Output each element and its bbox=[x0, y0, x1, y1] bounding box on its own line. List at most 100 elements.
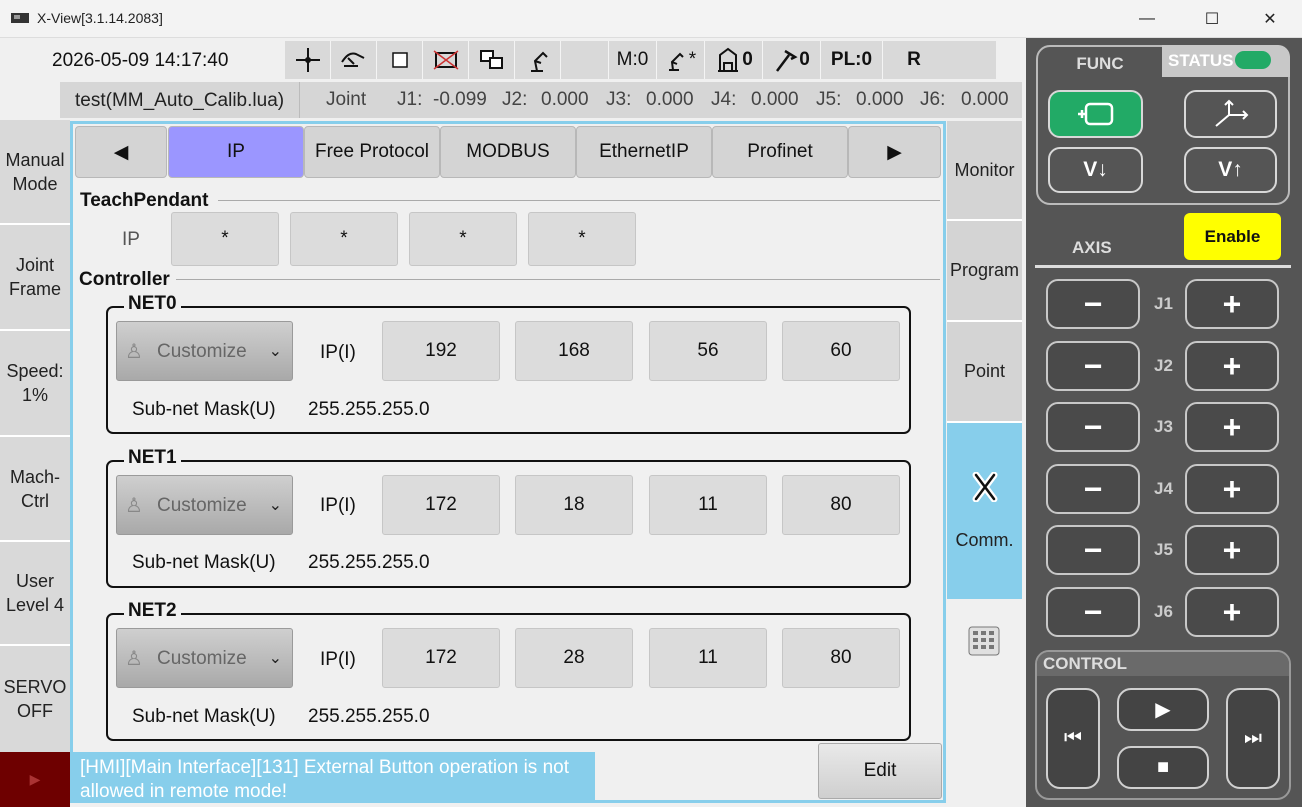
status-message: [HMI][Main Interface][131] External Butt… bbox=[70, 752, 595, 802]
keypad-icon[interactable] bbox=[968, 626, 1000, 656]
tab-comm[interactable]: Comm. bbox=[947, 423, 1022, 599]
tab-free-protocol[interactable]: Free Protocol bbox=[304, 126, 440, 178]
manual-mode-button[interactable]: Manual Mode bbox=[0, 120, 70, 225]
net1-mask-value[interactable]: 255.255.255.0 bbox=[308, 552, 430, 574]
tool-star: * bbox=[688, 49, 697, 70]
edit-button[interactable]: Edit bbox=[818, 743, 942, 799]
net2-ip-octet-2[interactable]: 28 bbox=[515, 628, 633, 688]
close-button[interactable]: ✕ bbox=[1248, 6, 1292, 32]
play-button[interactable]: ▶ bbox=[1117, 688, 1209, 731]
minimize-button[interactable]: — bbox=[1125, 6, 1169, 32]
tab-profinet[interactable]: Profinet bbox=[712, 126, 848, 178]
j4-plus-button[interactable]: + bbox=[1185, 464, 1279, 514]
net1-mode-select[interactable]: ♙ Customize ⌄ bbox=[116, 475, 293, 535]
close-tab-icon[interactable] bbox=[972, 471, 998, 502]
j4-axis-label: J4 bbox=[1154, 479, 1173, 498]
j6-minus-button[interactable]: − bbox=[1046, 587, 1140, 637]
teachpendant-title: TeachPendant bbox=[80, 190, 209, 211]
run-indicator[interactable]: ▶ bbox=[0, 752, 70, 807]
j1-minus-button[interactable]: − bbox=[1046, 279, 1140, 329]
skip-forward-icon: ⏭ bbox=[1244, 727, 1262, 749]
maximize-button[interactable]: ☐ bbox=[1190, 6, 1234, 32]
net2-mask-value[interactable]: 255.255.255.0 bbox=[308, 706, 430, 728]
teachpendant-ip-octet-1[interactable]: * bbox=[171, 212, 279, 266]
net0-ip-octet-1[interactable]: 192 bbox=[382, 321, 500, 381]
step-forward-button[interactable]: ⏭ bbox=[1226, 688, 1280, 789]
io-disconnect-icon[interactable] bbox=[423, 41, 469, 79]
net2-mode-select[interactable]: ♙ Customize ⌄ bbox=[116, 628, 293, 688]
mach-ctrl-button[interactable]: Mach- Ctrl bbox=[0, 437, 70, 542]
j4-minus-button[interactable]: − bbox=[1046, 464, 1140, 514]
enable-button[interactable]: Enable bbox=[1184, 213, 1281, 260]
title-bar: X-View[3.1.14.2083] — ☐ ✕ bbox=[0, 0, 1302, 38]
payload-indicator: PL:0 bbox=[821, 41, 883, 79]
user-frame-count: 0 bbox=[742, 49, 753, 70]
j1-value: -0.099 bbox=[433, 89, 487, 110]
step-back-button[interactable]: ⏮ bbox=[1046, 688, 1100, 789]
joint-mode-label: Joint bbox=[326, 89, 367, 110]
teachpendant-ip-octet-4[interactable]: * bbox=[528, 212, 636, 266]
net2-ip-octet-3[interactable]: 11 bbox=[649, 628, 767, 688]
tab-monitor[interactable]: Monitor bbox=[947, 121, 1022, 221]
servo-button[interactable]: SERVO OFF bbox=[0, 646, 70, 752]
net1-ip-octet-2[interactable]: 18 bbox=[515, 475, 633, 535]
user-level-button[interactable]: User Level 4 bbox=[0, 542, 70, 646]
tab-modbus[interactable]: MODBUS bbox=[440, 126, 576, 178]
j2-plus-button[interactable]: + bbox=[1185, 341, 1279, 391]
velocity-up-button[interactable]: V↑ bbox=[1184, 147, 1277, 193]
checkbox-icon[interactable] bbox=[377, 41, 423, 79]
func-tab[interactable]: FUNC bbox=[1038, 47, 1162, 81]
net0-mode-value: Customize bbox=[157, 341, 247, 362]
teachpendant-ip-octet-3[interactable]: * bbox=[409, 212, 517, 266]
net1-ip-octet-1[interactable]: 172 bbox=[382, 475, 500, 535]
j2-minus-button[interactable]: − bbox=[1046, 341, 1140, 391]
coord-axes-button[interactable] bbox=[1184, 90, 1277, 138]
j5-minus-button[interactable]: − bbox=[1046, 525, 1140, 575]
net1-ip-octet-4[interactable]: 80 bbox=[782, 475, 900, 535]
crosshair-icon[interactable] bbox=[285, 41, 331, 79]
net2-ip-octet-1[interactable]: 172 bbox=[382, 628, 500, 688]
play-icon: ▶ bbox=[29, 771, 41, 787]
tab-prev-button[interactable]: ◀ bbox=[75, 126, 167, 178]
tool-coord-button[interactable] bbox=[1048, 90, 1143, 138]
stop-button[interactable]: ■ bbox=[1117, 746, 1209, 789]
net2-ip-octet-4[interactable]: 80 bbox=[782, 628, 900, 688]
robot-arm-icon[interactable] bbox=[515, 41, 561, 79]
hand-icon[interactable] bbox=[331, 41, 377, 79]
velocity-down-button[interactable]: V↓ bbox=[1048, 147, 1143, 193]
skip-back-icon: ⏮ bbox=[1064, 727, 1082, 749]
j6-plus-button[interactable]: + bbox=[1185, 587, 1279, 637]
tab-next-button[interactable]: ▶ bbox=[848, 126, 941, 178]
j5-plus-button[interactable]: + bbox=[1185, 525, 1279, 575]
net0-mode-select[interactable]: ♙ Customize ⌄ bbox=[116, 321, 293, 381]
speed-button[interactable]: Speed: 1% bbox=[0, 331, 70, 437]
net0-ip-octet-2[interactable]: 168 bbox=[515, 321, 633, 381]
status-tab-label: STATUS bbox=[1168, 51, 1234, 70]
windows-icon[interactable] bbox=[469, 41, 515, 79]
tab-program[interactable]: Program bbox=[947, 221, 1022, 322]
joint-frame-button[interactable]: Joint Frame bbox=[0, 225, 70, 331]
tab-ip[interactable]: IP bbox=[168, 126, 304, 178]
tool-indicator: * bbox=[657, 41, 705, 79]
j5-label: J5: bbox=[816, 89, 842, 110]
teachpendant-ip-octet-2[interactable]: * bbox=[290, 212, 398, 266]
j3-label: J3: bbox=[606, 89, 632, 110]
status-tab[interactable]: STATUS bbox=[1162, 45, 1290, 77]
close-icon: ✕ bbox=[1263, 11, 1277, 28]
j3-minus-button[interactable]: − bbox=[1046, 402, 1140, 452]
net0-mask-value[interactable]: 255.255.255.0 bbox=[308, 399, 430, 421]
net0-ip-octet-4[interactable]: 60 bbox=[782, 321, 900, 381]
net0-ip-octet-3[interactable]: 56 bbox=[649, 321, 767, 381]
program-file-tab[interactable]: test(MM_Auto_Calib.lua) bbox=[60, 82, 300, 118]
tab-point[interactable]: Point bbox=[947, 322, 1022, 423]
net2-mode-value: Customize bbox=[157, 648, 247, 669]
j3-plus-button[interactable]: + bbox=[1185, 402, 1279, 452]
net1-ip-label: IP(I) bbox=[320, 495, 356, 516]
tool-frame-count: 0 bbox=[799, 49, 810, 70]
j1-plus-button[interactable]: + bbox=[1185, 279, 1279, 329]
tab-ethernetip[interactable]: EthernetIP bbox=[576, 126, 712, 178]
left-sidebar: Manual Mode Joint Frame Speed: 1% Mach- … bbox=[0, 120, 70, 752]
status-led bbox=[1235, 51, 1271, 69]
robot-icon: ♙ bbox=[125, 495, 143, 517]
net1-ip-octet-3[interactable]: 11 bbox=[649, 475, 767, 535]
